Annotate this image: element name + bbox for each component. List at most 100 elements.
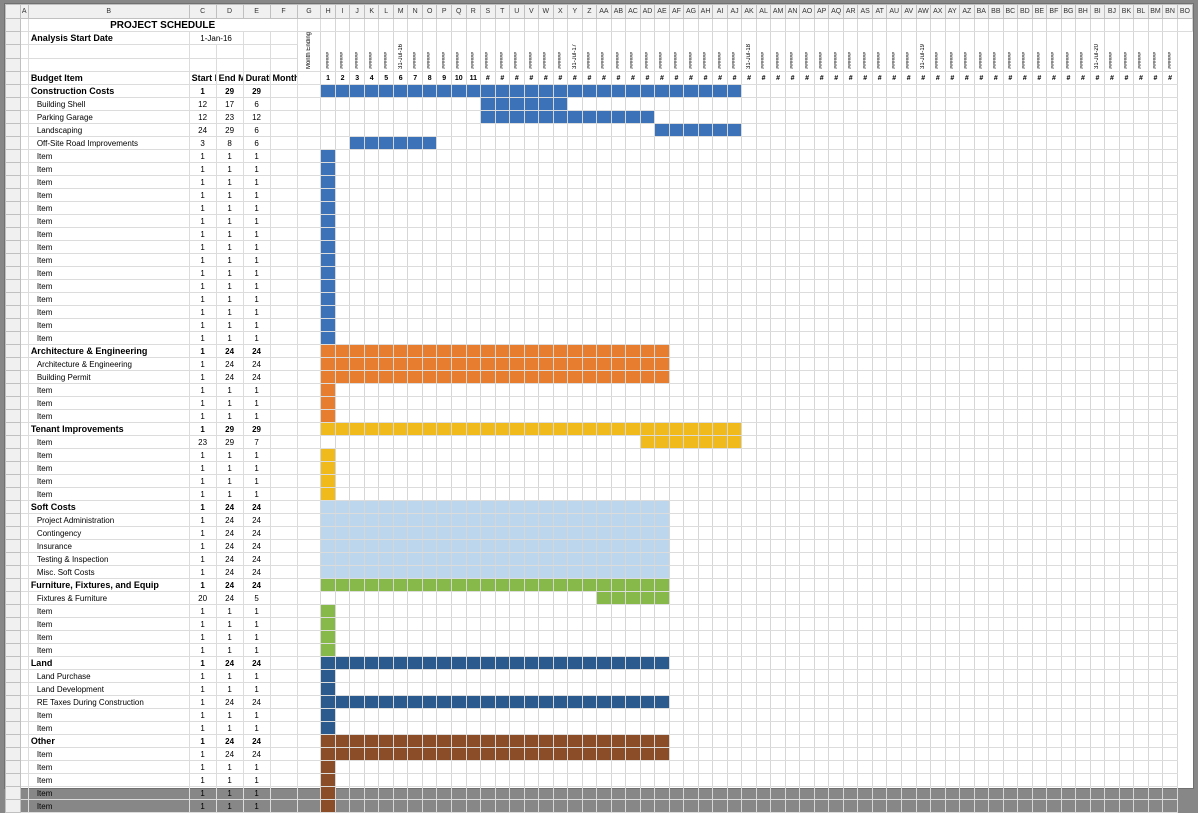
gantt-cell[interactable]: [452, 722, 467, 735]
gantt-cell[interactable]: [901, 163, 916, 176]
gantt-cell[interactable]: [1018, 475, 1033, 488]
gantt-cell[interactable]: [1148, 280, 1163, 293]
gantt-cell[interactable]: [597, 683, 612, 696]
gantt-cell[interactable]: [814, 722, 829, 735]
gantt-cell[interactable]: [1119, 384, 1134, 397]
start-month-cell[interactable]: 1: [189, 670, 216, 683]
row-header[interactable]: [6, 163, 21, 176]
start-month-cell[interactable]: 1: [189, 163, 216, 176]
gantt-cell[interactable]: [321, 202, 336, 215]
gantt-cell[interactable]: [858, 462, 873, 475]
gantt-cell[interactable]: [1119, 436, 1134, 449]
gantt-cell[interactable]: [1076, 592, 1091, 605]
gantt-cell[interactable]: [713, 241, 728, 254]
gantt-cell[interactable]: [539, 202, 554, 215]
gantt-cell[interactable]: [495, 709, 510, 722]
gantt-cell[interactable]: [684, 761, 699, 774]
gantt-cell[interactable]: [640, 137, 655, 150]
gantt-cell[interactable]: [901, 644, 916, 657]
gantt-cell[interactable]: [872, 774, 887, 787]
gantt-cell[interactable]: [640, 657, 655, 670]
gantt-cell[interactable]: [582, 605, 597, 618]
gantt-cell[interactable]: [800, 345, 815, 358]
column-header[interactable]: AE: [655, 5, 670, 19]
column-header[interactable]: AN: [785, 5, 800, 19]
gantt-cell[interactable]: [727, 462, 742, 475]
gantt-cell[interactable]: [553, 423, 568, 436]
gantt-cell[interactable]: [422, 410, 437, 423]
gantt-cell[interactable]: [655, 605, 670, 618]
gantt-cell[interactable]: [960, 319, 975, 332]
gantt-cell[interactable]: [350, 306, 365, 319]
gantt-cell[interactable]: [945, 85, 960, 98]
gantt-cell[interactable]: [901, 670, 916, 683]
gantt-cell[interactable]: [321, 150, 336, 163]
column-header[interactable]: BJ: [1105, 5, 1120, 19]
gantt-cell[interactable]: [756, 228, 771, 241]
gantt-cell[interactable]: [655, 150, 670, 163]
gantt-cell[interactable]: [1061, 163, 1076, 176]
gantt-cell[interactable]: [1003, 527, 1018, 540]
gantt-cell[interactable]: [1090, 527, 1105, 540]
gantt-cell[interactable]: [582, 358, 597, 371]
gantt-cell[interactable]: [1134, 176, 1149, 189]
gantt-cell[interactable]: [901, 436, 916, 449]
gantt-cell[interactable]: [1076, 553, 1091, 566]
gantt-cell[interactable]: [1018, 241, 1033, 254]
gantt-cell[interactable]: [960, 397, 975, 410]
gantt-cell[interactable]: [1134, 527, 1149, 540]
gantt-cell[interactable]: [1105, 241, 1120, 254]
gantt-cell[interactable]: [1003, 215, 1018, 228]
gantt-cell[interactable]: [1003, 189, 1018, 202]
gantt-cell[interactable]: [1003, 384, 1018, 397]
gantt-cell[interactable]: [321, 475, 336, 488]
gantt-cell[interactable]: [1119, 241, 1134, 254]
gantt-cell[interactable]: [582, 254, 597, 267]
gantt-cell[interactable]: [945, 657, 960, 670]
gantt-cell[interactable]: [727, 644, 742, 657]
gantt-cell[interactable]: [945, 306, 960, 319]
row-header[interactable]: [6, 189, 21, 202]
duration-cell[interactable]: 1: [243, 202, 270, 215]
gantt-cell[interactable]: [568, 579, 583, 592]
row-header[interactable]: [6, 228, 21, 241]
gantt-cell[interactable]: [582, 774, 597, 787]
gantt-cell[interactable]: [872, 163, 887, 176]
gantt-cell[interactable]: [858, 787, 873, 800]
gantt-cell[interactable]: [611, 774, 626, 787]
gantt-cell[interactable]: [568, 280, 583, 293]
gantt-cell[interactable]: [814, 137, 829, 150]
gantt-cell[interactable]: [669, 644, 684, 657]
gantt-cell[interactable]: [408, 475, 423, 488]
gantt-cell[interactable]: [1032, 475, 1047, 488]
gantt-cell[interactable]: [713, 592, 728, 605]
gantt-cell[interactable]: [422, 371, 437, 384]
gantt-cell[interactable]: [713, 514, 728, 527]
gantt-cell[interactable]: [466, 540, 481, 553]
gantt-cell[interactable]: [568, 657, 583, 670]
gantt-cell[interactable]: [1090, 449, 1105, 462]
gantt-cell[interactable]: [481, 202, 496, 215]
gantt-cell[interactable]: [582, 345, 597, 358]
duration-cell[interactable]: 1: [243, 215, 270, 228]
gantt-cell[interactable]: [960, 215, 975, 228]
gantt-cell[interactable]: [742, 774, 757, 787]
gantt-cell[interactable]: [931, 462, 946, 475]
column-header[interactable]: AJ: [727, 5, 742, 19]
gantt-cell[interactable]: [829, 488, 844, 501]
gantt-cell[interactable]: [364, 553, 379, 566]
gantt-cell[interactable]: [452, 475, 467, 488]
gantt-cell[interactable]: [713, 202, 728, 215]
gantt-cell[interactable]: [408, 410, 423, 423]
gantt-cell[interactable]: [771, 358, 786, 371]
gantt-cell[interactable]: [452, 800, 467, 813]
gantt-cell[interactable]: [655, 423, 670, 436]
gantt-cell[interactable]: [510, 670, 525, 683]
start-month-cell[interactable]: 1: [189, 761, 216, 774]
gantt-cell[interactable]: [568, 592, 583, 605]
gantt-cell[interactable]: [814, 475, 829, 488]
end-month-cell[interactable]: 29: [216, 423, 243, 436]
gantt-cell[interactable]: [422, 488, 437, 501]
gantt-cell[interactable]: [524, 709, 539, 722]
gantt-cell[interactable]: [1047, 436, 1062, 449]
